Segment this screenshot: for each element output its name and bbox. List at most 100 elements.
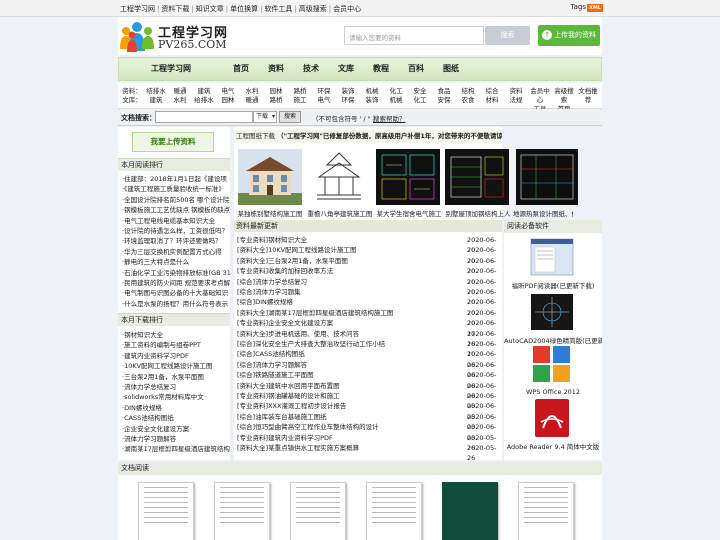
news-title[interactable]: [综合]流体力学习题集 [237, 287, 459, 297]
ranking-item[interactable]: ·湖南某17层框剪四星级酒店建筑结构 [122, 444, 230, 454]
gallery-thumb-villa[interactable] [238, 149, 302, 205]
search-help-link[interactable]: 搜索帮助？ [373, 113, 406, 123]
news-title[interactable]: [资料大全]10KV配网工程线路设计施工图 [237, 245, 459, 255]
ranking-item[interactable]: ·民用建筑的防火间距 规范要求考点解 [122, 278, 230, 288]
news-row[interactable]: [专业资料]钢油罐基础的设计和施工 2020-06-05 [237, 391, 499, 410]
nav-wiki[interactable]: 百科 [408, 58, 424, 80]
software-caption[interactable]: Adobe Reader 9.4 简体中文版 [504, 441, 602, 451]
news-title[interactable]: [资料大全]三台泵2用1备，水泵平面图 [237, 256, 459, 266]
ranking-item[interactable]: ·流体力学习题解答 [122, 434, 230, 444]
category-link[interactable]: 综合 [481, 87, 503, 96]
nav-tech[interactable]: 技术 [303, 58, 319, 80]
ranking-item[interactable]: ·电气工程电线电缆基本知识大全 [122, 216, 230, 226]
category-link[interactable]: 装饰 [361, 96, 383, 105]
ranking-item[interactable]: ·三台泵2用1备，水泵平面图 [122, 372, 230, 382]
gallery-caption[interactable]: 地源热泵设计图纸、供 [513, 208, 573, 218]
ranking-item[interactable]: ·设计院的待遇怎么样，工资很低吗？ [122, 226, 230, 236]
category-link[interactable]: 园林 [265, 87, 287, 96]
ranking-item[interactable]: ·石油化学工业污染物排放标准(GB 31 [122, 268, 230, 278]
category-link[interactable]: 机械 [385, 96, 407, 105]
toplink-home[interactable]: 工程学习网 [120, 5, 155, 13]
news-row[interactable]: [综合]深化安全生产大排查大整治攻坚行动工作小结 2020-06-10 [237, 339, 499, 358]
category-link[interactable]: 法规 [505, 96, 527, 105]
category-link[interactable]: 食品 [433, 87, 455, 96]
news-row[interactable]: [资料大全]湖南某17层框剪四星级酒店建筑结构施工图 2020-06-20 [237, 308, 499, 327]
news-row[interactable]: [综合]流体力学习题集 2020-06-20 [237, 287, 499, 306]
nav-brand[interactable]: 工程学习网 [119, 58, 223, 80]
category-link[interactable]: 化工 [385, 87, 407, 96]
news-row[interactable]: [综合]油库装车台基础施工图纸 2020-06-03 [237, 412, 499, 431]
gallery-title[interactable]: 工程图纸下载 [236, 132, 275, 140]
news-row[interactable]: [综合]流体力学总结复习 2020-06-20 [237, 277, 499, 296]
doc-thumb[interactable] [214, 482, 270, 540]
gallery-caption[interactable]: 别墅屋顶加钢结构上人 [443, 208, 513, 218]
category-link[interactable]: 路桥 [265, 96, 287, 105]
nav-library[interactable]: 文库 [338, 58, 354, 80]
doc-thumb[interactable] [442, 482, 498, 540]
category-link[interactable]: 结构 [457, 87, 479, 96]
news-title[interactable]: [综合]油库装车台基础施工图纸 [237, 412, 459, 422]
search-input[interactable]: 请输入您要的资料 [344, 26, 484, 45]
category-link[interactable]: 电气 [217, 87, 239, 96]
gallery-thumb-electrical[interactable] [376, 149, 440, 205]
news-row[interactable]: [综合]铁路隧道施工平面图 2020-06-06 [237, 370, 499, 389]
news-title[interactable]: [综合]流体力学总结复习 [237, 277, 459, 287]
news-row[interactable]: [综合]恒巧型曲臂高空工程作业车整体结构的设计 2020-06-03 [237, 422, 499, 441]
ranking-item[interactable]: ·CASS池结构图纸 [122, 413, 230, 423]
news-row[interactable]: [专业资料]钢材知识大全 2020-06-20 [237, 235, 499, 254]
category-link[interactable]: 高级搜索 [553, 87, 575, 105]
news-title[interactable]: [资料大全]步进电机选用、使用、技术问答 [237, 329, 459, 339]
news-title[interactable]: [专业资料]建筑内业资料学习PDF [237, 433, 459, 443]
ranking-item[interactable]: ·solidworks常用材料库中文 [122, 392, 230, 402]
ranking-item[interactable]: ·全国设计院排名前500名 哪个设计院 [122, 195, 230, 205]
category-link[interactable]: 电气 [313, 96, 335, 105]
toplink-member[interactable]: 会员中心 [333, 5, 361, 13]
category-link[interactable]: 建筑 [145, 96, 167, 105]
nav-materials[interactable]: 资料 [268, 58, 284, 80]
doc-thumb[interactable] [138, 482, 194, 540]
tags-link[interactable]: Tags XML [570, 3, 603, 12]
ranking-item[interactable]: ·钢材知识大全 [122, 330, 230, 340]
category-link[interactable]: 农食 [457, 96, 479, 105]
news-title[interactable]: [专业资料]XXX灌溉工程初步设计报告 [237, 401, 459, 411]
doc-search-button[interactable]: 搜索 [279, 111, 301, 123]
category-link[interactable]: 暖通 [169, 87, 191, 96]
news-title[interactable]: [专业资料]企业安全文化建设方案 [237, 318, 459, 328]
category-link[interactable]: 结排水 [145, 87, 167, 96]
category-link[interactable]: 给排水 [193, 96, 215, 105]
ranking-item[interactable]: ·住建部：2018年1月1日起《建设项 [122, 174, 230, 184]
category-link[interactable]: 水利 [241, 87, 263, 96]
software-caption[interactable]: 福昕PDF阅读器(已更新下载) [504, 280, 602, 290]
news-row[interactable]: [资料大全]10KV配网工程线路设计施工图 2020-06-20 [237, 245, 499, 264]
news-row[interactable]: [综合]流体力学习题解答 2020-06-06 [237, 360, 499, 379]
news-title[interactable]: [专业资料]钢油罐基础的设计和施工 [237, 391, 459, 401]
toplink-download[interactable]: 资料下载 [161, 5, 189, 13]
category-link[interactable]: 装饰 [337, 87, 359, 96]
news-title[interactable]: [综合]DIN螺纹规格 [237, 297, 459, 307]
ranking-item[interactable]: ·10KV配网工程线路设计施工图 [122, 361, 230, 371]
category-link[interactable]: 环保 [337, 96, 359, 105]
gallery-caption[interactable]: 某独栋别墅结构施工图 [235, 208, 305, 218]
ranking-item[interactable]: ·企业安全文化建设方案 [122, 424, 230, 434]
ranking-item[interactable]: ·钢模板施工工艺优缺点 钢模板的缺点 [122, 205, 230, 215]
ranking-item[interactable]: ·电气制图与识图必备的十大基础知识 [122, 288, 230, 298]
news-row[interactable]: [资料大全]步进电机选用、使用、技术问答 2020-06-16 [237, 329, 499, 348]
nav-drawings[interactable]: 图纸 [443, 58, 459, 80]
category-link[interactable]: 水利 [169, 96, 191, 105]
ranking-item[interactable]: ·施工资料的编制与组卷PPT [122, 340, 230, 350]
news-title[interactable]: [资料大全]湖南某17层框剪四星级酒店建筑结构施工图 [237, 308, 459, 318]
software-caption[interactable]: WPS Office 2012 [504, 388, 602, 396]
foxit-reader-icon[interactable] [529, 237, 575, 277]
news-title[interactable]: [综合]铁路隧道施工平面图 [237, 370, 459, 380]
category-link[interactable]: 文库： [121, 96, 143, 105]
doc-search-input[interactable] [155, 111, 253, 123]
category-link[interactable]: 文档推荐 [577, 87, 599, 105]
category-link[interactable]: 环保 [313, 87, 335, 96]
category-link[interactable]: 建筑 [193, 87, 215, 96]
news-title[interactable]: [资料大全]某重点镇供水工程实施方案概算 [237, 443, 459, 453]
ranking-item[interactable]: ·华为三层交换机实例配置方式心得 [122, 247, 230, 257]
category-link[interactable]: 材料 [481, 96, 503, 105]
toplink-units[interactable]: 单位换算 [230, 5, 258, 13]
news-title[interactable]: [专业资料]收集的加标回收率方法 [237, 266, 459, 276]
nav-home[interactable]: 首页 [233, 58, 249, 80]
